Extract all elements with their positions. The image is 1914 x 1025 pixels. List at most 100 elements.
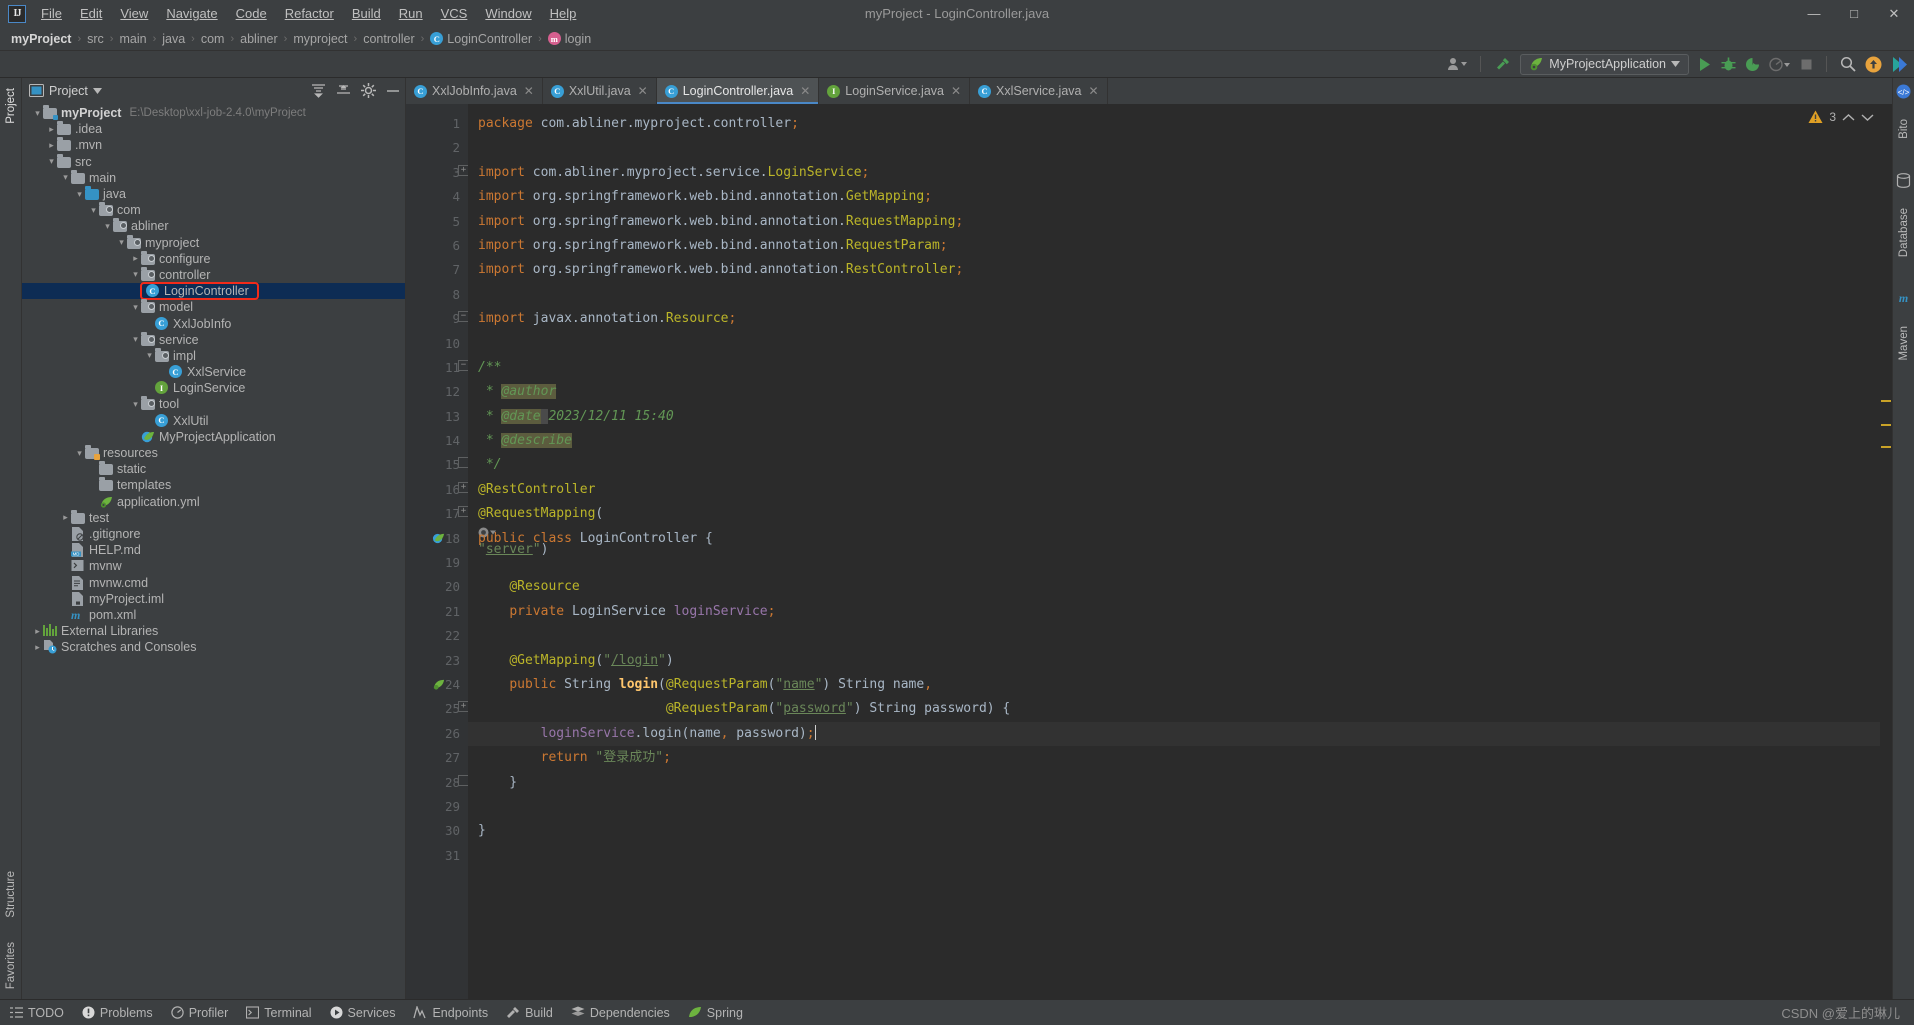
user-profile-icon[interactable] bbox=[1447, 57, 1468, 71]
tree-item-mvnw-cmd[interactable]: mvnw.cmd bbox=[22, 574, 405, 590]
tree-item-java[interactable]: ▾ java bbox=[22, 186, 405, 202]
gutter-line-8[interactable]: 8 bbox=[406, 283, 468, 307]
gutter-line-15[interactable]: 15 bbox=[406, 453, 469, 477]
tree-item-external-libraries[interactable]: ▸ External Libraries bbox=[22, 623, 405, 639]
tool-window-tab-project[interactable]: Project bbox=[3, 82, 19, 130]
gutter-line-30[interactable]: 30 bbox=[406, 819, 468, 843]
chevron-down-icon[interactable]: ▾ bbox=[144, 350, 155, 361]
menu-file[interactable]: File bbox=[32, 2, 71, 25]
tool-window-tab-bito[interactable]: Bito bbox=[1896, 113, 1912, 145]
run-configuration-selector[interactable]: MyProjectApplication bbox=[1520, 53, 1689, 75]
minimize-icon[interactable]: — bbox=[1794, 0, 1834, 27]
gutter-line-6[interactable]: 6 bbox=[406, 234, 468, 258]
chevron-right-icon[interactable]: ▸ bbox=[32, 626, 43, 637]
gutter-line-23[interactable]: 23 bbox=[406, 649, 468, 673]
close-icon[interactable]: ✕ bbox=[1874, 0, 1914, 27]
tree-item-logincontroller[interactable]: C LoginController bbox=[22, 282, 405, 301]
menu-run[interactable]: Run bbox=[390, 2, 432, 25]
code-line-12[interactable]: * @author bbox=[468, 380, 1880, 404]
chevron-down-icon[interactable]: ▾ bbox=[60, 172, 71, 183]
gutter-line-27[interactable]: 27 bbox=[406, 746, 468, 770]
inspection-status[interactable]: 3 bbox=[1808, 110, 1874, 124]
tree-item-impl[interactable]: ▾ impl bbox=[22, 347, 405, 364]
editor-tab-logincontroller-java[interactable]: C LoginController.java ✕ bbox=[656, 78, 820, 104]
gutter-line-13[interactable]: 13 bbox=[406, 405, 468, 429]
status-item-todo[interactable]: TODO bbox=[10, 1006, 64, 1020]
status-item-dependencies[interactable]: Dependencies bbox=[571, 1006, 670, 1020]
code-line-1[interactable]: package com.abliner.myproject.controller… bbox=[468, 112, 1880, 136]
gutter-line-16[interactable]: 16 + bbox=[406, 478, 469, 502]
menu-build[interactable]: Build bbox=[343, 2, 390, 25]
warning-marker[interactable] bbox=[1881, 400, 1891, 402]
menu-code[interactable]: Code bbox=[227, 2, 276, 25]
chevron-down-icon[interactable]: ▾ bbox=[74, 448, 85, 459]
editor-gutter[interactable]: 1 2 3 +4 5 6 7 8 9−10 11−12 13 14 15 16 +17 +18 19 20 21 22… bbox=[406, 104, 469, 999]
code-line-20[interactable]: @Resource bbox=[468, 575, 1880, 599]
maximize-icon[interactable]: □ bbox=[1834, 0, 1874, 27]
editor-tab-xxljobinfo-java[interactable]: C XxlJobInfo.java ✕ bbox=[406, 78, 543, 104]
breadcrumb-item-logincontroller[interactable]: C LoginController bbox=[427, 32, 535, 46]
chevron-right-icon[interactable]: ▸ bbox=[130, 253, 141, 264]
gutter-line-31[interactable]: 31 bbox=[406, 844, 468, 868]
code-line-18[interactable]: public class LoginController { bbox=[468, 527, 1880, 551]
run-icon[interactable] bbox=[1698, 57, 1712, 72]
tree-item-templates[interactable]: templates bbox=[22, 477, 405, 493]
spring-bean-gutter-icon[interactable] bbox=[432, 532, 445, 545]
status-item-profiler[interactable]: Profiler bbox=[170, 1006, 228, 1020]
code-line-15[interactable]: */ bbox=[468, 453, 1880, 477]
tree-item-myprojectapplication[interactable]: MyProjectApplication bbox=[22, 429, 405, 445]
menu-navigate[interactable]: Navigate bbox=[157, 2, 226, 25]
gutter-line-5[interactable]: 5 bbox=[406, 210, 468, 234]
code-line-28[interactable]: } bbox=[468, 771, 1880, 795]
collapse-all-icon[interactable] bbox=[336, 84, 351, 98]
gutter-line-10[interactable]: 10 bbox=[406, 332, 468, 356]
breadcrumb-item-abliner[interactable]: abliner bbox=[237, 32, 281, 46]
code-line-24[interactable]: public String login(@RequestParam("name"… bbox=[468, 673, 1880, 697]
code-line-14[interactable]: * @describe bbox=[468, 429, 1880, 453]
gutter-line-21[interactable]: 21 bbox=[406, 600, 468, 624]
code-editor[interactable]: package com.abliner.myproject.controller… bbox=[468, 104, 1880, 999]
tree-item-test[interactable]: ▸ test bbox=[22, 509, 405, 526]
warning-marker[interactable] bbox=[1881, 424, 1891, 426]
profiler-dropdown-icon[interactable] bbox=[1769, 57, 1791, 72]
code-line-4[interactable]: import org.springframework.web.bind.anno… bbox=[468, 185, 1880, 209]
breadcrumb-item-src[interactable]: src bbox=[84, 32, 107, 46]
chevron-down-icon[interactable]: ▾ bbox=[130, 269, 141, 280]
tree-item-main[interactable]: ▾ main bbox=[22, 169, 405, 186]
close-tab-icon[interactable]: ✕ bbox=[800, 84, 810, 98]
gutter-line-24[interactable]: 24 bbox=[406, 673, 468, 697]
breadcrumb-item-login[interactable]: m login bbox=[545, 32, 594, 46]
code-line-16[interactable]: @RestController bbox=[468, 478, 1880, 502]
expand-all-icon[interactable] bbox=[311, 83, 326, 98]
chevron-right-icon[interactable]: ▸ bbox=[32, 642, 43, 653]
menu-refactor[interactable]: Refactor bbox=[276, 2, 343, 25]
gutter-line-4[interactable]: 4 bbox=[406, 185, 468, 209]
bito-icon[interactable] bbox=[1891, 56, 1908, 73]
gutter-line-19[interactable]: 19 bbox=[406, 551, 468, 575]
gutter-line-26[interactable]: 26 bbox=[406, 722, 468, 746]
tree-item-scratches-and-consoles[interactable]: ▸ Scratches and Consoles bbox=[22, 639, 405, 655]
tree-item-resources[interactable]: ▾ resources bbox=[22, 445, 405, 461]
tree-item-tool[interactable]: ▾ tool bbox=[22, 396, 405, 412]
stop-icon[interactable] bbox=[1800, 58, 1813, 71]
chevron-down-icon[interactable]: ▾ bbox=[46, 156, 57, 167]
chevron-down-icon[interactable]: ▾ bbox=[88, 205, 99, 216]
code-line-3[interactable]: import com.abliner.myproject.service.Log… bbox=[468, 161, 1880, 185]
settings-gear-icon[interactable] bbox=[361, 83, 376, 98]
menu-window[interactable]: Window bbox=[476, 2, 540, 25]
breadcrumb-item-controller[interactable]: controller bbox=[360, 32, 417, 46]
chevron-down-icon[interactable]: ▾ bbox=[130, 302, 141, 313]
code-line-27[interactable]: return "登录成功"; bbox=[468, 746, 1880, 770]
tree-item-service[interactable]: ▾ service bbox=[22, 331, 405, 348]
gutter-line-28[interactable]: 28 bbox=[406, 771, 469, 795]
tree-item-static[interactable]: static bbox=[22, 461, 405, 477]
code-line-26[interactable]: loginService.login(name, password); bbox=[468, 721, 1880, 747]
gutter-line-2[interactable]: 2 bbox=[406, 136, 468, 160]
run-with-coverage-icon[interactable] bbox=[1745, 57, 1760, 72]
code-line-13[interactable]: * @date 2023/12/11 15:40 bbox=[468, 405, 1880, 429]
editor-tab-xxlutil-java[interactable]: C XxlUtil.java ✕ bbox=[543, 78, 657, 104]
chevron-down-icon[interactable]: ▾ bbox=[32, 108, 43, 119]
gutter-line-29[interactable]: 29 bbox=[406, 795, 468, 819]
tree-item--idea[interactable]: ▸ .idea bbox=[22, 121, 405, 137]
gutter-line-18[interactable]: 18 bbox=[406, 527, 468, 551]
